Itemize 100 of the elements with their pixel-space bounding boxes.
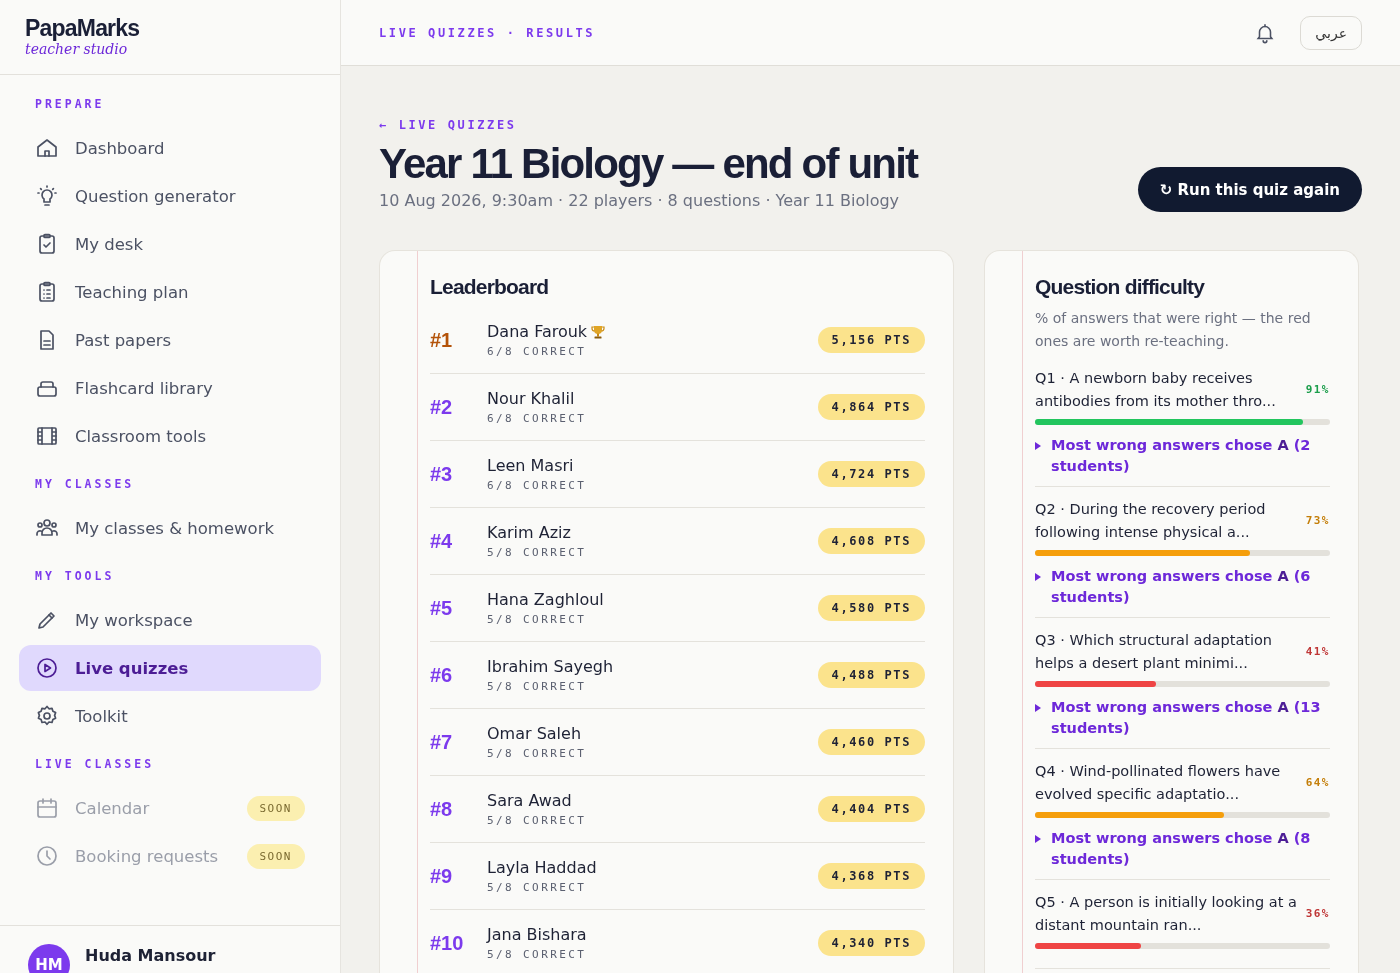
rank-number: #5 bbox=[430, 596, 454, 620]
card-subtitle: % of answers that were right — the red ones are worth re-teaching. bbox=[1035, 309, 1312, 351]
correct-count: 5/8 CORRECT bbox=[487, 613, 588, 626]
caret-icon bbox=[1035, 573, 1041, 581]
brand-tagline: teacher studio bbox=[25, 41, 128, 57]
points-badge: 4,368 PTS bbox=[817, 863, 925, 889]
clock-icon bbox=[35, 844, 59, 868]
percent-correct: 73% bbox=[1305, 514, 1330, 527]
points-badge: 4,340 PTS bbox=[817, 930, 925, 956]
lightbulb-icon bbox=[35, 184, 59, 208]
rank-number: #10 bbox=[430, 931, 465, 955]
rank-number: #4 bbox=[430, 529, 454, 553]
nav-item[interactable]: Past papers bbox=[19, 317, 321, 363]
player-name: Sara Awad bbox=[487, 791, 572, 810]
player-name: Leen Masri bbox=[487, 456, 574, 475]
play-circle-icon bbox=[35, 656, 59, 680]
nav-item[interactable]: My classes & homework bbox=[19, 505, 321, 551]
correct-count: 5/8 CORRECT bbox=[487, 881, 588, 894]
page-title: Year 11 Biology — end of unit bbox=[379, 139, 918, 189]
section-heading: MY TOOLS bbox=[34, 569, 116, 583]
calendar-icon bbox=[35, 796, 59, 820]
rank-number: #2 bbox=[430, 395, 454, 419]
nav-item[interactable]: Toolkit bbox=[19, 693, 321, 739]
wrong-answer-hint[interactable]: Most wrong answers chose A (8 students) bbox=[1051, 828, 1330, 870]
nav-label: Dashboard bbox=[75, 138, 166, 158]
nav-item[interactable]: Flashcard library bbox=[19, 365, 321, 411]
correct-count: 5/8 CORRECT bbox=[487, 948, 588, 961]
nav-label: Live quizzes bbox=[75, 658, 190, 678]
player-name: Hana Zaghloul bbox=[487, 590, 604, 609]
nav-item[interactable]: My workspace bbox=[19, 597, 321, 643]
correct-count: 6/8 CORRECT bbox=[487, 412, 588, 425]
points-badge: 4,864 PTS bbox=[817, 394, 925, 420]
film-icon bbox=[35, 424, 59, 448]
points-badge: 4,580 PTS bbox=[817, 595, 925, 621]
section-heading: LIVE CLASSES bbox=[34, 757, 156, 771]
question-text: Q2 · During the recovery period following intense physical a... bbox=[1035, 500, 1267, 542]
nav-label: Classroom tools bbox=[75, 426, 208, 446]
nav-label: My desk bbox=[75, 234, 145, 254]
correct-count: 6/8 CORRECT bbox=[487, 479, 588, 492]
rank-number: #9 bbox=[430, 864, 454, 888]
caret-icon bbox=[1035, 442, 1041, 450]
player-name: Nour Khalil bbox=[487, 389, 575, 408]
points-badge: 4,488 PTS bbox=[817, 662, 925, 688]
points-badge: 4,724 PTS bbox=[817, 461, 925, 487]
breadcrumb: LIVE QUIZZES · RESULTS bbox=[379, 25, 597, 40]
points-badge: 4,608 PTS bbox=[817, 528, 925, 554]
soon-badge: SOON bbox=[246, 843, 305, 869]
card-title: Leaderboard bbox=[430, 275, 550, 299]
question-text: Q3 · Which structural adaptation helps a desert plant minimi... bbox=[1035, 631, 1274, 673]
percent-correct: 36% bbox=[1305, 907, 1330, 920]
card-title: Question difficulty bbox=[1035, 275, 1206, 299]
nav-label: My classes & homework bbox=[75, 518, 275, 538]
rank-number: #1 bbox=[430, 328, 454, 352]
brand-logo[interactable]: PapaMarks bbox=[25, 15, 140, 41]
rank-number: #3 bbox=[430, 462, 454, 486]
trophy-icon bbox=[590, 323, 607, 340]
language-button[interactable]: عربي bbox=[1300, 15, 1362, 50]
nav-label: Question generator bbox=[75, 186, 237, 206]
nav-item[interactable]: My desk bbox=[19, 221, 321, 267]
nav-label: Teaching plan bbox=[75, 282, 190, 302]
correct-count: 5/8 CORRECT bbox=[487, 546, 588, 559]
player-name: Dana Farouk bbox=[487, 322, 588, 341]
question-text: Q5 · A person is initially looking at a distant mountain ran... bbox=[1035, 893, 1298, 935]
home-icon bbox=[35, 136, 59, 160]
nav-item[interactable]: Teaching plan bbox=[19, 269, 321, 315]
caret-icon bbox=[1035, 704, 1041, 712]
nav-label: Booking requests bbox=[75, 846, 220, 866]
user-avatar[interactable]: HM bbox=[28, 944, 70, 973]
percent-correct: 41% bbox=[1305, 645, 1330, 658]
rank-number: #6 bbox=[430, 663, 454, 687]
player-name: Karim Aziz bbox=[487, 523, 571, 542]
player-name: Omar Saleh bbox=[487, 724, 582, 743]
section-heading: MY CLASSES bbox=[34, 477, 136, 491]
player-name: Ibrahim Sayegh bbox=[487, 657, 614, 676]
nav-item[interactable]: Live quizzes bbox=[19, 645, 321, 691]
points-badge: 4,460 PTS bbox=[817, 729, 925, 755]
player-name: Jana Bishara bbox=[487, 925, 587, 944]
points-badge: 4,404 PTS bbox=[817, 796, 925, 822]
correct-count: 6/8 CORRECT bbox=[487, 345, 588, 358]
question-text: Q1 · A newborn baby receives antibodies from its mother thro... bbox=[1035, 369, 1277, 411]
nav-item[interactable]: Dashboard bbox=[19, 125, 321, 171]
soon-badge: SOON bbox=[246, 795, 305, 821]
nav-label: Past papers bbox=[75, 330, 173, 350]
rank-number: #8 bbox=[430, 797, 454, 821]
rank-number: #7 bbox=[430, 730, 454, 754]
nav-item[interactable]: Classroom tools bbox=[19, 413, 321, 459]
nav-item[interactable]: Question generator bbox=[19, 173, 321, 219]
nav-label: Calendar bbox=[75, 798, 151, 818]
player-name: Layla Haddad bbox=[487, 858, 597, 877]
back-link[interactable]: ← LIVE QUIZZES bbox=[379, 118, 517, 132]
wrong-answer-hint[interactable]: Most wrong answers chose A (6 students) bbox=[1051, 566, 1330, 608]
correct-count: 5/8 CORRECT bbox=[487, 680, 588, 693]
nav-label: Flashcard library bbox=[75, 378, 214, 398]
nav-label: Toolkit bbox=[75, 706, 129, 726]
percent-correct: 64% bbox=[1305, 776, 1330, 789]
quiz-meta: 10 Aug 2026, 9:30am · 22 players · 8 questions · Year 11 Biology bbox=[379, 191, 900, 210]
wrong-answer-hint[interactable]: Most wrong answers chose A (13 students) bbox=[1051, 697, 1330, 739]
run-again-button[interactable]: ↻ Run this quiz again bbox=[1137, 167, 1362, 212]
wrong-answer-hint[interactable]: Most wrong answers chose A (2 students) bbox=[1051, 435, 1330, 477]
correct-count: 5/8 CORRECT bbox=[487, 747, 588, 760]
